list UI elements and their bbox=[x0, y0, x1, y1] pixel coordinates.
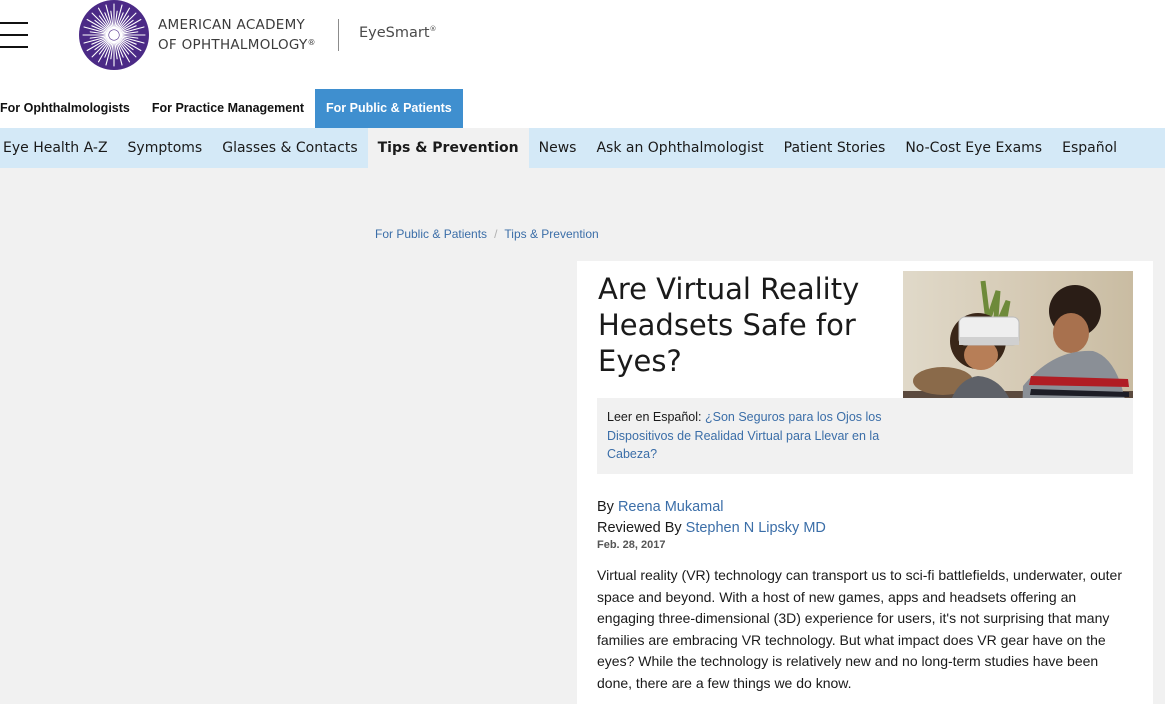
spanish-translation-box: Leer en Español: ¿Son Seguros para los O… bbox=[597, 398, 1133, 474]
eyesmart-mark: ® bbox=[429, 25, 437, 33]
eyesmart-label: EyeSmart bbox=[359, 25, 430, 41]
nav-espanol[interactable]: Español bbox=[1052, 128, 1127, 168]
registered-mark: ® bbox=[307, 38, 316, 47]
article-title: Are Virtual Reality Headsets Safe for Ey… bbox=[598, 272, 860, 378]
aao-logo-icon[interactable] bbox=[79, 0, 149, 70]
byline: By Reena Mukamal Reviewed By Stephen N L… bbox=[597, 497, 826, 539]
hamburger-menu-icon[interactable] bbox=[0, 22, 28, 50]
breadcrumb-link-tips-prevention[interactable]: Tips & Prevention bbox=[504, 227, 598, 241]
nav-eye-health-a-z[interactable]: Eye Health A-Z bbox=[0, 128, 118, 168]
breadcrumb: For Public & Patients / Tips & Prevention bbox=[375, 227, 599, 241]
breadcrumb-separator: / bbox=[494, 227, 498, 241]
nav-glasses-contacts[interactable]: Glasses & Contacts bbox=[212, 128, 367, 168]
eyesmart-link[interactable]: EyeSmart® bbox=[359, 25, 437, 41]
tab-ophthalmologists[interactable]: For Ophthalmologists bbox=[0, 89, 141, 128]
logo-divider bbox=[338, 19, 339, 51]
author-link[interactable]: Reena Mukamal bbox=[618, 499, 724, 515]
by-label: By bbox=[597, 499, 618, 515]
org-name[interactable]: AMERICAN ACADEMY OF OPHTHALMOLOGY® bbox=[158, 16, 316, 54]
nav-no-cost-eye-exams[interactable]: No-Cost Eye Exams bbox=[895, 128, 1052, 168]
tab-public-patients[interactable]: For Public & Patients bbox=[315, 89, 463, 128]
org-name-line1: AMERICAN ACADEMY bbox=[158, 17, 306, 33]
nav-patient-stories[interactable]: Patient Stories bbox=[774, 128, 896, 168]
spanish-label: Leer en Español: bbox=[607, 410, 705, 424]
nav-news[interactable]: News bbox=[529, 128, 587, 168]
reviewed-by-label: Reviewed By bbox=[597, 520, 686, 536]
tab-practice-management[interactable]: For Practice Management bbox=[141, 89, 315, 128]
main-nav: Eye Health A-Z Symptoms Glasses & Contac… bbox=[0, 128, 1165, 168]
site-header: AMERICAN ACADEMY OF OPHTHALMOLOGY® EyeSm… bbox=[0, 0, 1165, 89]
audience-nav: For Ophthalmologists For Practice Manage… bbox=[0, 89, 1165, 128]
publish-date: Feb. 28, 2017 bbox=[597, 539, 666, 551]
org-name-line2: OF OPHTHALMOLOGY bbox=[158, 37, 308, 53]
spanish-translation-text: Leer en Español: ¿Son Seguros para los O… bbox=[607, 408, 892, 464]
breadcrumb-link-public-patients[interactable]: For Public & Patients bbox=[375, 227, 487, 241]
article-intro-paragraph: Virtual reality (VR) technology can tran… bbox=[597, 567, 1122, 691]
reviewer-link[interactable]: Stephen N Lipsky MD bbox=[686, 520, 826, 536]
nav-symptoms[interactable]: Symptoms bbox=[118, 128, 213, 168]
nav-tips-prevention[interactable]: Tips & Prevention bbox=[367, 128, 529, 168]
nav-ask-ophthalmologist[interactable]: Ask an Ophthalmologist bbox=[586, 128, 773, 168]
